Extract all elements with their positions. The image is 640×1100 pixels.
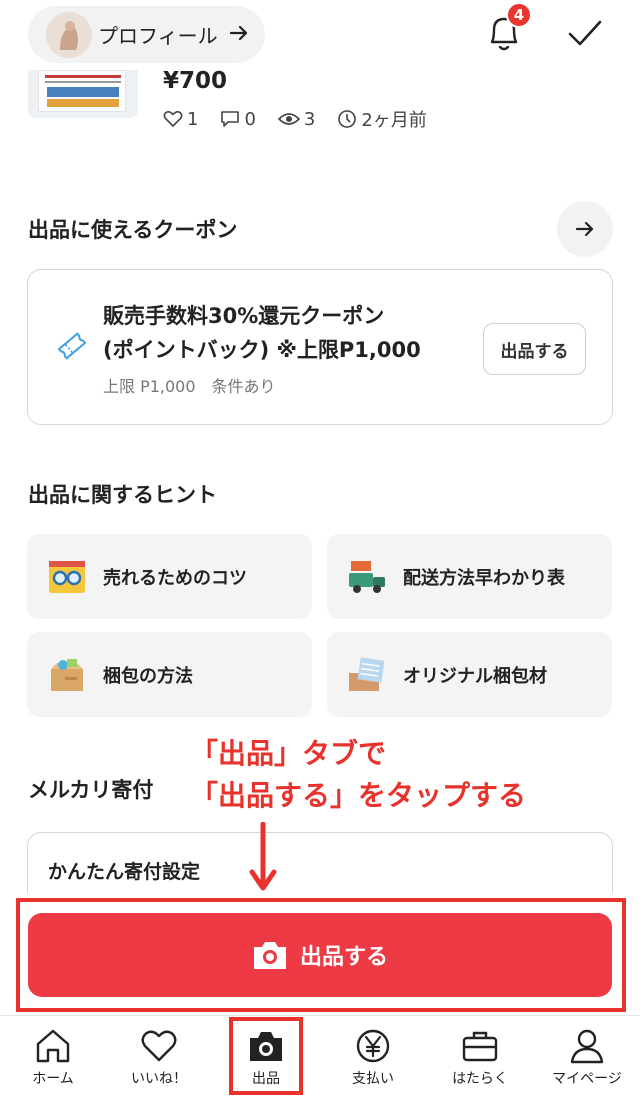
package-box-icon	[47, 655, 87, 695]
comments-count: 0	[244, 108, 256, 130]
donation-settings-label: かんたん寄付設定	[48, 861, 201, 883]
tip-card-shipping-chart[interactable]: 配送方法早わかり表	[327, 534, 612, 619]
instruction-annotation: 「出品」タブで 「出品する」をタップする	[190, 733, 526, 817]
packing-material-icon	[347, 655, 387, 695]
item-stats: 1 0 3 2ヶ月前	[163, 106, 449, 132]
tip-label: オリジナル梱包材	[403, 665, 547, 687]
tab-label: ホーム	[32, 1071, 74, 1087]
time-stat: 2ヶ月前	[337, 106, 427, 132]
notification-badge: 4	[506, 2, 532, 28]
tips-section-title: 出品に関するヒント	[28, 483, 217, 507]
heart-icon	[141, 1030, 177, 1062]
tab-home[interactable]: ホーム	[0, 1016, 106, 1100]
tip-label: 売れるためのコツ	[103, 567, 247, 589]
cta-highlight-box	[16, 898, 626, 1012]
yen-icon	[356, 1029, 390, 1063]
briefcase-icon	[462, 1031, 498, 1062]
tab-bar: ホーム いいね！ 出品 支払い はたらく マイページ	[0, 1015, 640, 1100]
arrow-right-icon	[228, 22, 250, 48]
coupon-title-line2: (ポイントバック) ※上限P1,000	[103, 338, 421, 362]
coupon-card[interactable]: 販売手数料30%還元クーポン (ポイントバック) ※上限P1,000 上限 P1…	[27, 269, 613, 425]
annotation-arrow-down-icon	[246, 821, 280, 898]
tab-label: 支払い	[352, 1071, 394, 1087]
checkmark-icon[interactable]	[566, 18, 604, 50]
likes-stat: 1	[163, 109, 198, 130]
tip-card-selling-tips[interactable]: 売れるためのコツ	[27, 534, 312, 619]
comments-stat: 0	[220, 108, 256, 130]
annotation-line2: 「出品する」をタップする	[190, 779, 527, 812]
coupon-section-title: 出品に使えるクーポン	[28, 218, 238, 242]
annotation-line1: 「出品」タブで	[190, 737, 387, 770]
glasses-card-icon	[47, 557, 87, 597]
views-count: 3	[303, 108, 316, 130]
time-label: 2ヶ月前	[361, 110, 427, 131]
donation-section-title: メルカリ寄付	[28, 778, 154, 802]
home-icon	[36, 1029, 70, 1063]
likes-count: 1	[187, 108, 199, 130]
tab-highlight-box	[229, 1017, 303, 1095]
coupon-conditions: 上限 P1,000 条件あり	[103, 377, 276, 396]
tab-payment[interactable]: 支払い	[320, 1016, 426, 1100]
avatar	[46, 11, 92, 58]
clock-icon	[338, 110, 357, 128]
tip-label: 配送方法早わかり表	[403, 567, 565, 589]
person-icon	[570, 1029, 604, 1064]
tab-work[interactable]: はたらく	[427, 1016, 533, 1100]
eye-icon	[277, 113, 300, 125]
item-price: ¥700	[163, 68, 228, 94]
coupon-title: 販売手数料30%還元クーポン	[103, 304, 385, 328]
ticket-icon	[56, 330, 88, 366]
arrow-right-icon	[575, 221, 594, 237]
tip-label: 梱包の方法	[103, 665, 193, 687]
tab-mypage[interactable]: マイページ	[534, 1016, 640, 1100]
coupon-list-button[interactable]: 出品する	[483, 323, 586, 375]
delivery-truck-icon	[347, 557, 387, 597]
tab-label: マイページ	[552, 1071, 622, 1087]
heart-icon	[163, 111, 183, 128]
tip-card-original-packing[interactable]: オリジナル梱包材	[327, 632, 612, 717]
item-thumbnail[interactable]	[28, 70, 138, 118]
profile-button[interactable]: プロフィール	[28, 6, 265, 63]
tab-label: いいね！	[131, 1071, 187, 1087]
coupon-more-button[interactable]	[557, 201, 613, 257]
tab-label: はたらく	[452, 1071, 508, 1087]
comment-icon	[221, 111, 240, 127]
tab-likes[interactable]: いいね！	[106, 1016, 212, 1100]
tip-card-packing-method[interactable]: 梱包の方法	[27, 632, 312, 717]
profile-label: プロフィール	[98, 24, 218, 48]
views-stat: 3	[277, 108, 316, 130]
